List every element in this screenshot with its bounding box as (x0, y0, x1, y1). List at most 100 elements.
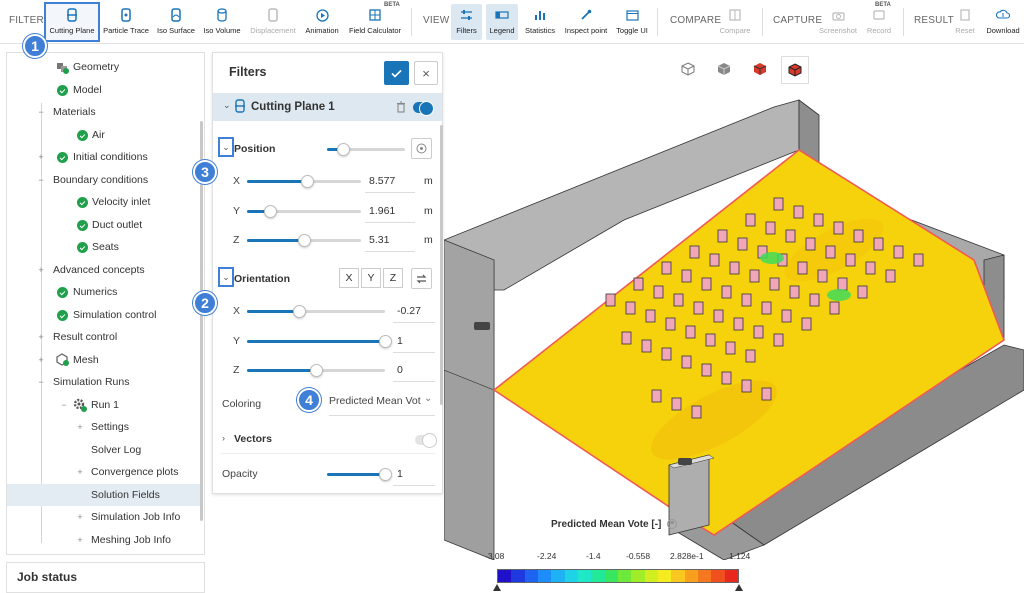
record-button[interactable]: BETA Record (864, 2, 894, 40)
position-y-slider[interactable] (247, 205, 361, 218)
expand-icon[interactable]: + (37, 356, 45, 365)
tree-item-materials[interactable]: − Materials (7, 101, 201, 123)
slider-thumb[interactable] (301, 175, 315, 188)
tree-item-model[interactable]: Model (7, 79, 201, 101)
tree-item-meshing-job-info[interactable]: + Meshing Job Info (7, 529, 201, 551)
slider-thumb[interactable] (379, 468, 392, 481)
iso-surface-button[interactable]: Iso Surface (155, 4, 197, 40)
slider-thumb[interactable] (336, 143, 350, 156)
expand-icon[interactable]: + (37, 153, 45, 162)
collapse-icon[interactable]: − (37, 108, 45, 117)
tree-item-numerics[interactable]: Numerics (7, 281, 201, 303)
tree-item-solution-fields[interactable]: Solution Fields (7, 484, 201, 506)
slider-thumb[interactable] (379, 335, 392, 348)
tree-item-velocity-inlet[interactable]: Velocity inlet (7, 191, 201, 213)
particle-trace-button[interactable]: Particle Trace (102, 4, 150, 40)
expand-icon[interactable]: + (37, 333, 45, 342)
tree-item-duct-outlet[interactable]: Duct outlet (7, 214, 201, 236)
tree-item-simulation-control[interactable]: Simulation control (7, 304, 201, 326)
compare-button[interactable]: Compare (716, 4, 754, 40)
legend-min-marker[interactable] (493, 584, 501, 591)
tree-item-simulation-runs[interactable]: − Simulation Runs (7, 371, 201, 393)
tree-item-seats[interactable]: Seats (7, 236, 201, 258)
vectors-toggle[interactable] (415, 433, 437, 448)
expand-icon[interactable]: + (76, 536, 84, 545)
expand-icon[interactable]: + (37, 266, 45, 275)
expand-icon[interactable]: + (76, 423, 84, 432)
tree-item-settings[interactable]: + Settings (7, 416, 201, 438)
cutting-plane-toggle[interactable] (413, 101, 434, 116)
orientation-x-slider[interactable] (247, 305, 385, 318)
field-calculator-button[interactable]: BETA Field Calculator (348, 2, 402, 40)
close-button[interactable]: × (414, 61, 438, 85)
wireframe-view-icon[interactable] (676, 57, 700, 81)
inspect-point-button[interactable]: Inspect point (563, 4, 609, 40)
collapse-icon[interactable]: − (37, 176, 45, 185)
position-z-slider[interactable] (247, 234, 361, 247)
slider-thumb[interactable] (263, 205, 277, 218)
trash-icon[interactable] (396, 101, 406, 116)
filters-panel-scrollbar[interactable] (440, 125, 443, 405)
tree-item-result-control[interactable]: + Result control (7, 326, 201, 348)
screenshot-button[interactable]: Screenshot (817, 4, 859, 40)
coloring-dropdown[interactable]: Predicted Mean Vot (329, 395, 435, 413)
solid-view-icon[interactable] (712, 57, 736, 81)
collapse-icon[interactable]: − (37, 378, 45, 387)
position-y-value[interactable]: 1.961 (369, 205, 395, 217)
opacity-value[interactable]: 1 (397, 468, 403, 480)
tree-item-run-1[interactable]: − Run 1 (7, 394, 201, 416)
axis-y-button[interactable]: Y (361, 268, 381, 288)
filters-view-button[interactable]: Filters (451, 4, 482, 40)
legend-button[interactable]: Legend (486, 4, 518, 40)
legend-settings-icon[interactable]: ≡ (667, 519, 677, 529)
position-slider[interactable] (327, 143, 405, 156)
chevron-right-icon[interactable]: › (222, 433, 225, 443)
orientation-y-value[interactable]: 1 (397, 335, 403, 347)
flip-button[interactable] (411, 268, 432, 289)
colored-edges-view-icon[interactable] (781, 56, 809, 84)
tree-item-boundary-conditions[interactable]: − Boundary conditions (7, 169, 201, 191)
3d-viewport[interactable] (444, 45, 1024, 593)
orientation-x-value[interactable]: -0.27 (397, 305, 421, 317)
expand-icon[interactable]: + (76, 468, 84, 477)
tree-item-solver-log[interactable]: Solver Log (7, 439, 201, 461)
animation-button[interactable]: Animation (303, 4, 341, 40)
reset-button[interactable]: Reset (953, 4, 977, 40)
slider-thumb[interactable] (310, 364, 323, 377)
position-z-value[interactable]: 5.31 (369, 234, 389, 246)
cutting-plane-button[interactable]: Cutting Plane (44, 2, 100, 42)
tree-item-simulation-job-info[interactable]: + Simulation Job Info (7, 506, 201, 528)
orientation-y-slider[interactable] (247, 335, 392, 348)
tree-item-geometry[interactable]: Geometry (7, 56, 201, 78)
tree-item-initial-conditions[interactable]: + Initial conditions (7, 146, 201, 168)
target-button[interactable] (411, 138, 432, 159)
toggle-ui-button[interactable]: Toggle UI (614, 4, 650, 40)
legend-max-marker[interactable] (735, 584, 743, 591)
tree-item-advanced-concepts[interactable]: + Advanced concepts (7, 259, 201, 281)
chevron-down-icon[interactable]: ⌄ (223, 100, 231, 111)
opacity-slider[interactable] (327, 468, 392, 481)
tree-item-air[interactable]: Air (7, 124, 201, 146)
orientation-z-value[interactable]: 0 (397, 364, 403, 376)
axis-x-button[interactable]: X (339, 268, 359, 288)
position-x-value[interactable]: 8.577 (369, 175, 395, 187)
position-x-slider[interactable] (247, 175, 361, 188)
colored-view-icon[interactable] (748, 57, 772, 81)
expand-icon[interactable]: + (76, 513, 84, 522)
tree-item-convergence-plots[interactable]: + Convergence plots (7, 461, 201, 483)
download-button[interactable]: Download (985, 4, 1021, 40)
tree-item-mesh[interactable]: + Mesh (7, 349, 201, 371)
orientation-chevron-icon[interactable]: ⌄ (218, 267, 234, 287)
axis-z-button[interactable]: Z (383, 268, 403, 288)
chevron-down-icon[interactable]: ⌄ (424, 393, 432, 404)
statistics-button[interactable]: Statistics (522, 4, 558, 40)
job-status-panel[interactable]: Job status (6, 562, 205, 593)
apply-button[interactable] (384, 61, 409, 85)
iso-volume-button[interactable]: Iso Volume (202, 4, 242, 40)
cutting-plane-header[interactable]: ⌄ Cutting Plane 1 (213, 93, 442, 121)
slider-thumb[interactable] (298, 234, 311, 247)
orientation-z-slider[interactable] (247, 364, 385, 377)
position-chevron-icon[interactable]: ⌄ (218, 137, 234, 157)
slider-thumb[interactable] (293, 305, 307, 318)
collapse-icon[interactable]: − (60, 401, 68, 410)
